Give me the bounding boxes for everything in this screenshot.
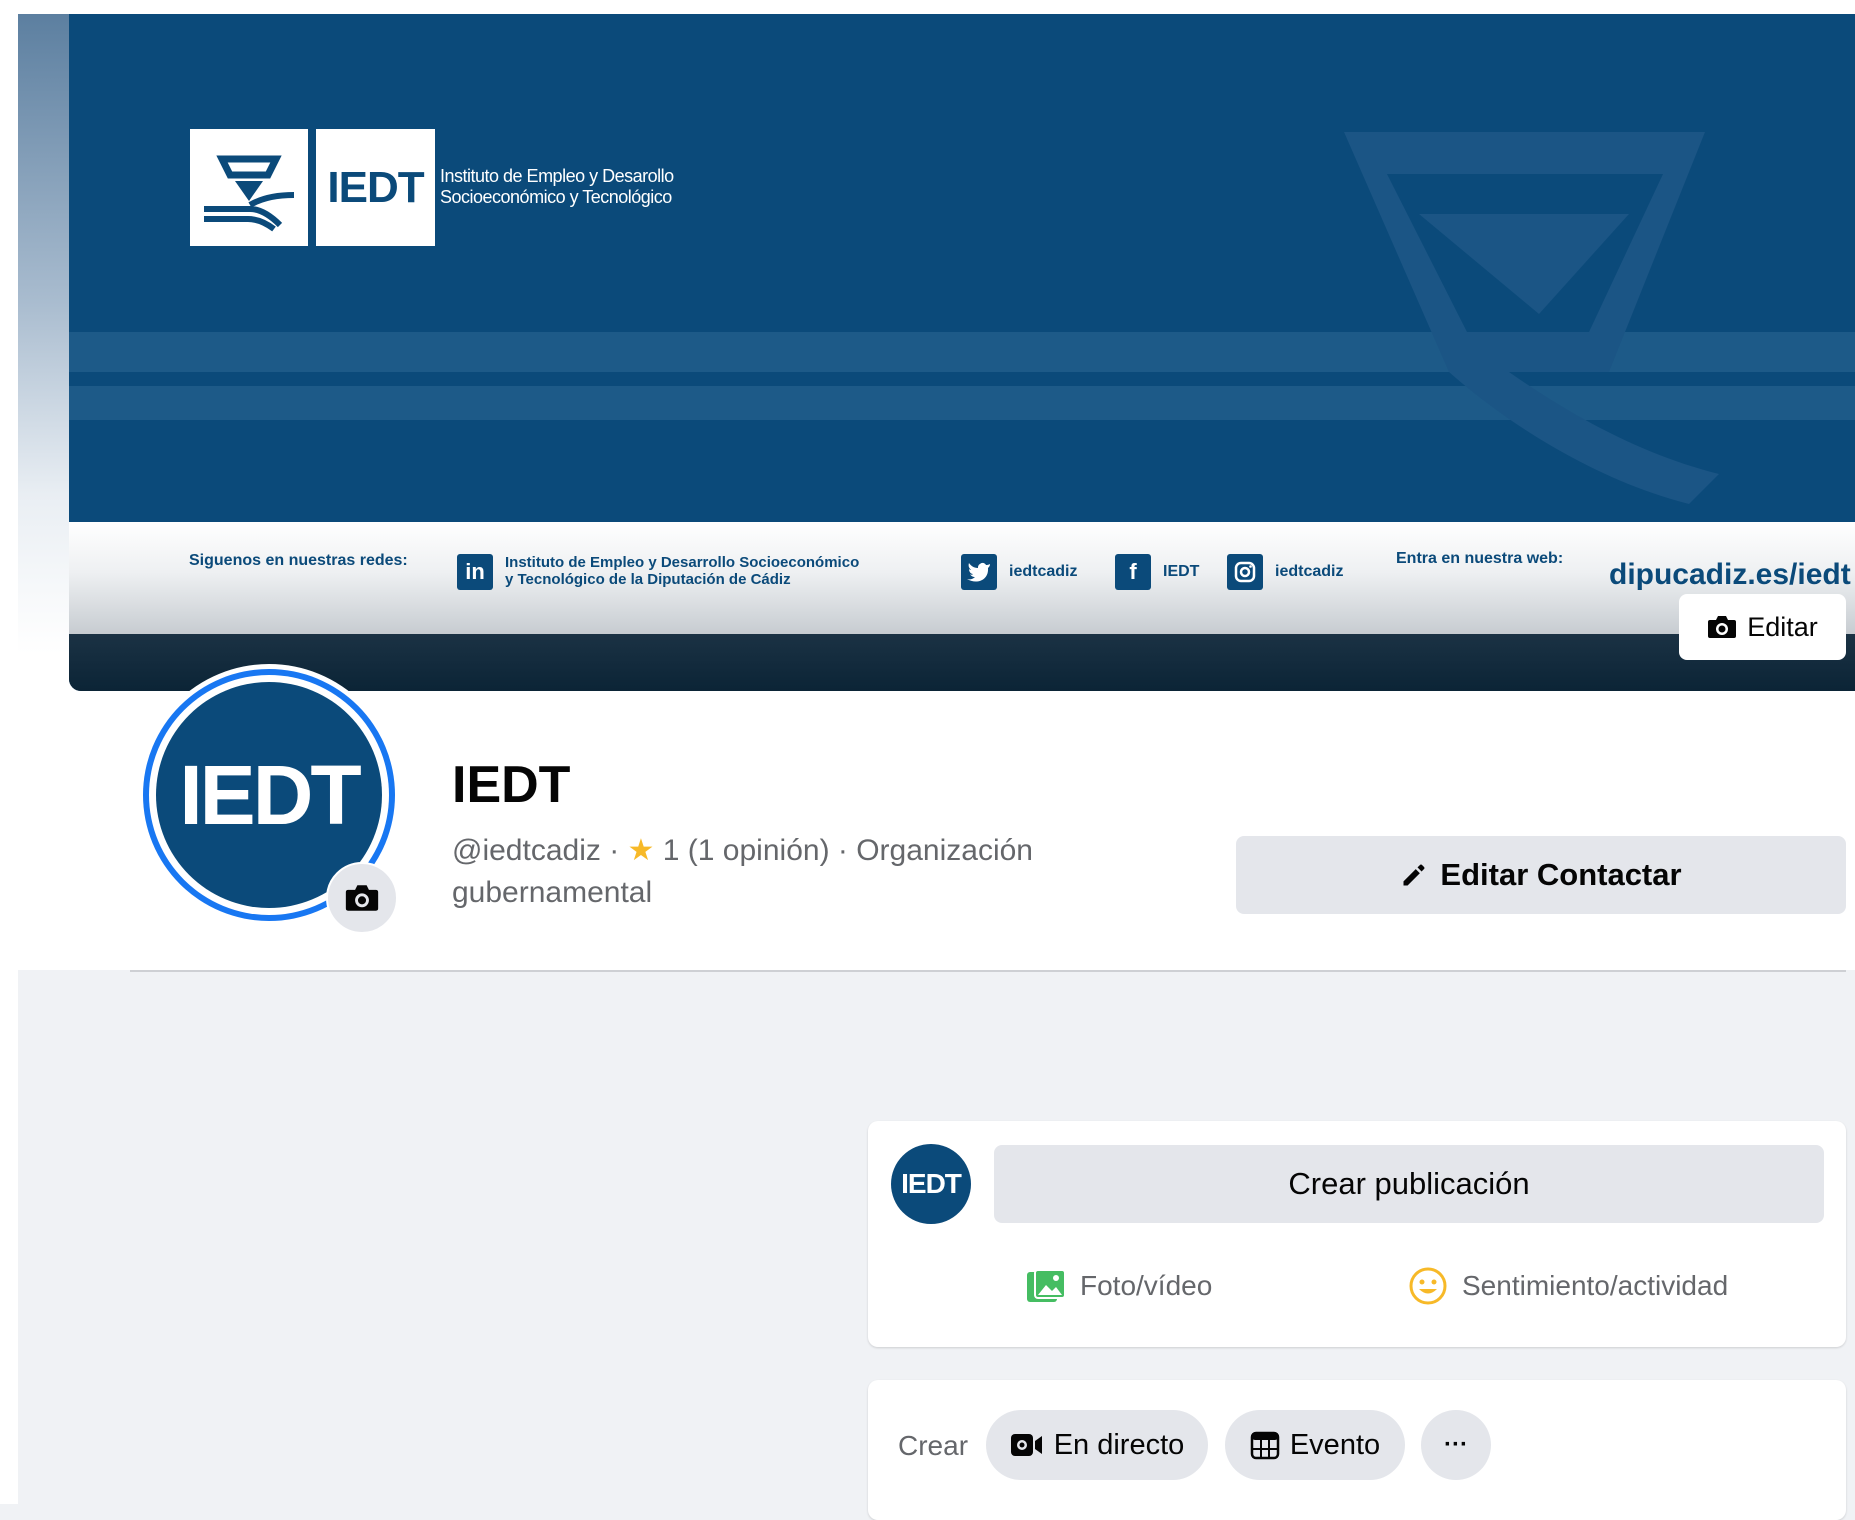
twitter-handle: iedtcadiz [1009,563,1078,580]
logo-text: IEDT [316,129,435,246]
feeling-activity-label: Sentimiento/actividad [1462,1270,1729,1301]
create-post-card: IEDT Crear publicación Foto/vídeo Sentim… [868,1121,1846,1347]
pencil-icon [1403,864,1425,886]
edit-contact-button[interactable]: Editar Contactar [1236,836,1846,914]
twitter-icon [961,554,997,590]
cover-left-edge [18,14,70,654]
instagram-icon [1227,554,1263,590]
calendar-icon [1250,1431,1280,1460]
crear-label: Crear [898,1430,969,1461]
web-url: dipucadiz.es/iedt [1609,558,1851,591]
logo-symbol [190,129,308,246]
live-video-button[interactable]: En directo [986,1410,1208,1480]
page-meta: @iedtcadiz · ★ 1 (1 opinión) · Organizac… [452,830,1132,914]
left-strip [0,0,18,1504]
linkedin-line2: y Tecnológico de la Diputación de Cádiz [505,571,791,588]
event-button[interactable]: Evento [1225,1410,1405,1480]
facebook-handle: IEDT [1163,563,1200,580]
photo-video-button[interactable]: Foto/vídeo [1026,1261,1212,1311]
logo-caption-line1: Instituto de Empleo y Desarollo [440,166,674,186]
logo-caption-line2: Socioeconómico y Tecnológico [440,187,672,207]
photo-icon [1027,1269,1066,1302]
more-icon: ··· [1444,1431,1468,1458]
smiley-icon [1409,1267,1447,1305]
linkedin-icon: in [457,554,493,590]
logo-caption: Instituto de Empleo y Desarollo Socioeco… [440,166,740,208]
linkedin-name: Instituto de Empleo y Desarrollo Socioec… [505,554,859,588]
linkedin-line1: Instituto de Empleo y Desarrollo Socioec… [505,554,860,571]
iedt-logo-icon [204,155,295,232]
create-actions-card: Crear En directo Evento ··· [868,1380,1846,1520]
camera-icon [1708,616,1737,638]
facebook-icon: f [1115,554,1151,590]
composer-avatar[interactable]: IEDT [891,1144,971,1224]
camera-icon [345,885,379,911]
edit-contact-label: Editar Contactar [1440,857,1682,892]
web-label: Entra en nuestra web: [1396,550,1564,567]
edit-cover-button[interactable]: Editar [1679,594,1846,660]
live-video-icon [1010,1434,1042,1456]
create-post-input[interactable]: Crear publicación [994,1145,1824,1223]
edit-cover-label: Editar [1747,611,1818,642]
update-avatar-button[interactable] [326,862,398,934]
live-video-label: En directo [1053,1428,1185,1461]
page-title: IEDT [452,756,571,814]
header-divider [130,970,1846,972]
follow-label: Siguenos en nuestras redes: [189,552,408,569]
more-options-button[interactable]: ··· [1421,1410,1491,1480]
cover-wave-pattern [69,132,1855,504]
page-category: gubernamental [452,876,653,909]
page-handle: @iedtcadiz · [452,834,628,867]
event-label: Evento [1289,1428,1381,1461]
cover-photo[interactable]: IEDT Instituto de Empleo y Desarollo Soc… [69,14,1855,691]
photo-video-label: Foto/vídeo [1080,1270,1213,1301]
star-icon: ★ [627,834,655,867]
instagram-handle: iedtcadiz [1275,563,1344,580]
feeling-activity-button[interactable]: Sentimiento/actividad [1408,1261,1728,1311]
page-rating[interactable]: 1 (1 opinión) · Organización [663,834,1033,867]
